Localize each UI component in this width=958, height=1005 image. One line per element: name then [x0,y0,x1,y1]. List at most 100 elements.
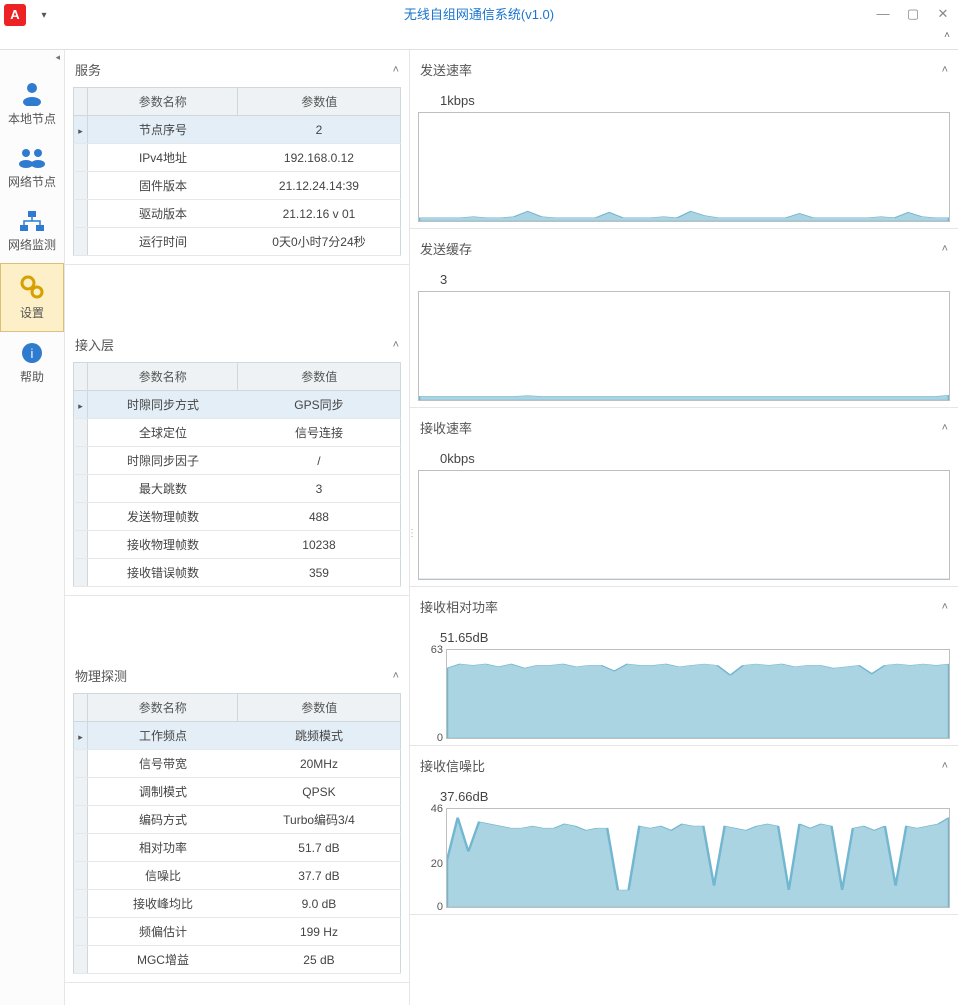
y-tick: 63 [431,644,443,656]
chart-value-label: 0kbps [410,445,958,470]
param-value: 51.7 dB [238,834,401,862]
table-row[interactable]: 信号带宽20MHz [74,750,401,778]
rx-rate-chart [418,470,950,580]
service-table[interactable]: 参数名称参数值节点序号2IPv4地址192.168.0.12固件版本21.12.… [73,87,401,256]
param-value: 37.7 dB [238,862,401,890]
qat-customize-icon[interactable]: ▾ [34,0,54,28]
param-value: 21.12.16 v 01 [238,200,401,228]
chart-value-label: 51.65dB [410,624,958,649]
param-value: 488 [238,503,401,531]
param-name: 相对功率 [88,834,238,862]
svg-text:i: i [31,346,34,361]
chart-value-label: 1kbps [410,87,958,112]
table-row[interactable]: 接收峰均比9.0 dB [74,890,401,918]
table-row[interactable]: IPv4地址192.168.0.12 [74,144,401,172]
tx-buffer-chart [418,291,950,401]
collapse-icon[interactable]: ˄ [393,64,399,76]
parameter-column: 服务 ˄ 参数名称参数值节点序号2IPv4地址192.168.0.12固件版本2… [65,50,410,1005]
collapse-icon[interactable]: ˄ [942,243,948,255]
window-title: 无线自组网通信系统(v1.0) [0,0,958,30]
param-value: 359 [238,559,401,587]
collapse-icon[interactable]: ˄ [393,670,399,682]
sidebar-item-local-node[interactable]: 本地节点 [0,70,64,137]
panel-title: 服务 [75,60,101,79]
y-tick: 20 [431,858,443,870]
panel-title: 接入层 [75,335,114,354]
info-icon: i [21,342,43,364]
ribbon-collapse-icon[interactable]: ˄ [944,30,950,41]
table-row[interactable]: 频偏估计199 Hz [74,918,401,946]
param-name: 发送物理帧数 [88,503,238,531]
table-row[interactable]: MGC增益25 dB [74,946,401,974]
collapse-icon[interactable]: ˄ [942,64,948,76]
table-row[interactable]: 全球定位信号连接 [74,419,401,447]
sidebar-item-network-monitor[interactable]: 网络监测 [0,200,64,263]
table-row[interactable]: 时隙同步方式GPS同步 [74,391,401,419]
table-row[interactable]: 运行时间0天0小时7分24秒 [74,228,401,256]
param-value: / [238,447,401,475]
panel-title: 发送缓存 [420,239,472,258]
collapse-icon[interactable]: ˄ [942,601,948,613]
param-name: 最大跳数 [88,475,238,503]
param-name: 时隙同步因子 [88,447,238,475]
param-value: 199 Hz [238,918,401,946]
param-value: 25 dB [238,946,401,974]
param-name: 接收错误帧数 [88,559,238,587]
sidebar-item-settings[interactable]: 设置 [0,263,64,332]
maximize-button[interactable]: ▢ [898,0,928,28]
param-name: 工作频点 [88,722,238,750]
collapse-icon[interactable]: ˄ [942,760,948,772]
y-tick: 46 [431,803,443,815]
splitter-handle[interactable]: ⋮ [407,528,415,539]
param-name: 固件版本 [88,172,238,200]
chart-value-label: 37.66dB [410,783,958,808]
panel-title: 物理探测 [75,666,127,685]
param-name: 时隙同步方式 [88,391,238,419]
user-icon [19,80,45,106]
table-row[interactable]: 接收错误帧数359 [74,559,401,587]
sidebar-item-network-nodes[interactable]: 网络节点 [0,137,64,200]
panel-service: 服务 ˄ 参数名称参数值节点序号2IPv4地址192.168.0.12固件版本2… [65,50,409,265]
sidebar-pin-icon[interactable]: ◂ [55,52,60,63]
table-row[interactable]: 最大跳数3 [74,475,401,503]
param-name: 接收峰均比 [88,890,238,918]
panel-title: 接收相对功率 [420,597,498,616]
table-row[interactable]: 编码方式Turbo编码3/4 [74,806,401,834]
param-value: 20MHz [238,750,401,778]
table-row[interactable]: 固件版本21.12.24.14:39 [74,172,401,200]
minimize-button[interactable]: — [868,0,898,28]
collapse-icon[interactable]: ˄ [393,339,399,351]
param-name: 全球定位 [88,419,238,447]
sidebar-item-help[interactable]: i 帮助 [0,332,64,395]
rx-snr-chart: 46 20 0 [446,808,950,908]
table-row[interactable]: 信噪比37.7 dB [74,862,401,890]
param-name: 节点序号 [88,116,238,144]
gears-icon [19,274,45,300]
panel-rx-power: 接收相对功率˄ 51.65dB 63 0 [410,587,958,746]
table-row[interactable]: 接收物理帧数10238 [74,531,401,559]
panel-physical: 物理探测 ˄ 参数名称参数值工作频点跳频模式信号带宽20MHz调制模式QPSK编… [65,656,409,983]
table-row[interactable]: 节点序号2 [74,116,401,144]
y-tick: 0 [437,901,443,913]
tx-rate-chart [418,112,950,222]
param-name: IPv4地址 [88,144,238,172]
users-icon [17,147,47,169]
param-value: 信号连接 [238,419,401,447]
ribbon-bar: ˄ [0,30,958,50]
close-button[interactable]: ✕ [928,0,958,28]
sidebar: ◂ 本地节点 网络节点 网络监测 设置 i 帮助 [0,50,65,1005]
table-row[interactable]: 工作频点跳频模式 [74,722,401,750]
table-row[interactable]: 相对功率51.7 dB [74,834,401,862]
panel-rx-snr: 接收信噪比˄ 37.66dB 46 20 0 [410,746,958,915]
sidebar-item-label: 帮助 [20,370,44,384]
table-row[interactable]: 驱动版本21.12.16 v 01 [74,200,401,228]
table-row[interactable]: 发送物理帧数488 [74,503,401,531]
access-table[interactable]: 参数名称参数值时隙同步方式GPS同步全球定位信号连接时隙同步因子/最大跳数3发送… [73,362,401,587]
table-row[interactable]: 调制模式QPSK [74,778,401,806]
physical-table[interactable]: 参数名称参数值工作频点跳频模式信号带宽20MHz调制模式QPSK编码方式Turb… [73,693,401,974]
panel-rx-rate: 接收速率˄ 0kbps [410,408,958,587]
chart-value-label: 3 [410,266,958,291]
param-value: Turbo编码3/4 [238,806,401,834]
collapse-icon[interactable]: ˄ [942,422,948,434]
table-row[interactable]: 时隙同步因子/ [74,447,401,475]
